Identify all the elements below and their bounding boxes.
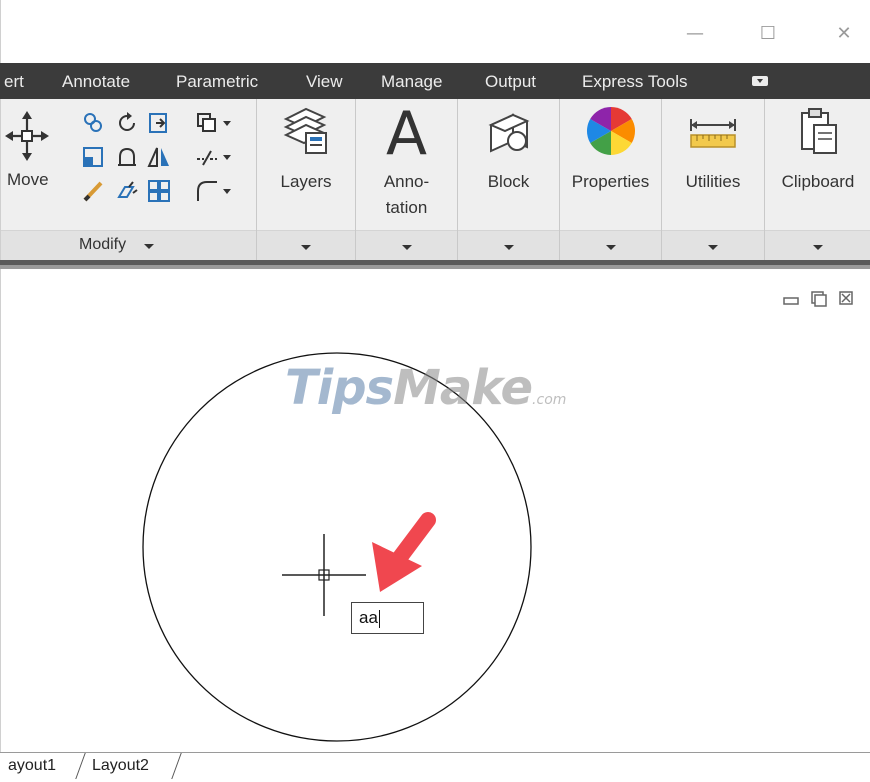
dynamic-text-input[interactable]: aa — [351, 602, 424, 634]
tab-divider — [75, 753, 86, 779]
text-caret — [378, 609, 380, 628]
watermark-logo: TipsMake.com — [285, 360, 567, 416]
red-arrow-icon — [372, 512, 436, 592]
tab-divider — [171, 753, 182, 779]
tab-layout1[interactable]: ayout1 — [8, 757, 56, 775]
tab-layout2[interactable]: Layout2 — [92, 757, 149, 775]
layout-tab-bar: ayout1 Layout2 — [0, 752, 870, 782]
text-input-value: aa — [359, 608, 378, 627]
